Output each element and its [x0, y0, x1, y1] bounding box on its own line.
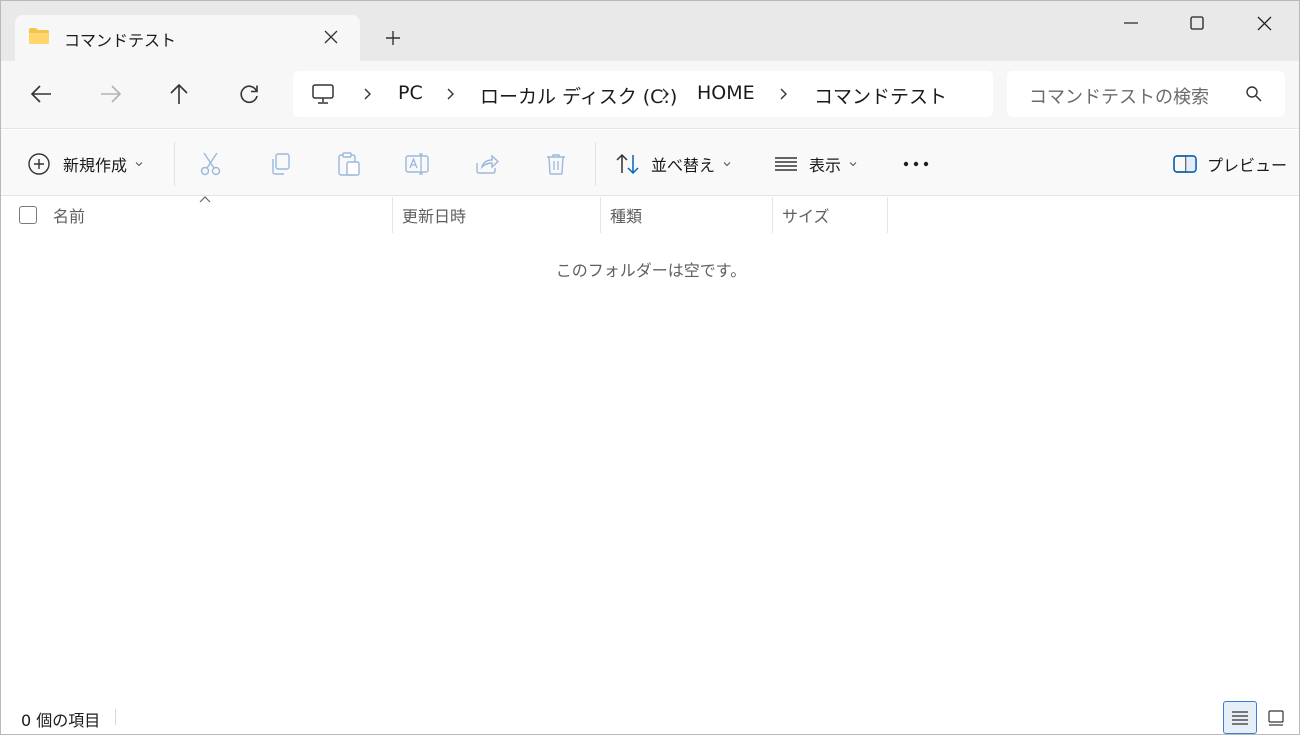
delete-button[interactable] — [539, 148, 573, 180]
copy-button[interactable] — [263, 148, 297, 180]
sort-icon — [616, 153, 639, 175]
paste-button[interactable] — [332, 148, 366, 180]
close-window-button[interactable] — [1231, 1, 1297, 45]
close-icon — [324, 30, 338, 44]
share-icon — [476, 154, 499, 174]
command-bar: 新規作成 並べ替え 表示 プレビュー — [1, 130, 1299, 196]
address-bar[interactable]: PC ローカル ディスク (C:) HOME コマンドテスト — [293, 71, 993, 117]
title-bar: コマンドテスト — [1, 1, 1299, 61]
column-header-size[interactable]: サイズ — [782, 197, 887, 233]
item-count: 0 個の項目 — [21, 711, 101, 730]
chevron-right-icon[interactable] — [777, 83, 791, 105]
tiles-view-icon — [1268, 709, 1284, 726]
maximize-icon — [1190, 16, 1204, 30]
breadcrumb-current-folder[interactable]: コマンドテスト — [814, 82, 947, 109]
minimize-icon — [1124, 22, 1138, 24]
add-circle-icon — [28, 153, 50, 175]
column-header-date-modified[interactable]: 更新日時 — [402, 197, 599, 233]
preview-pane-icon — [1173, 155, 1197, 173]
status-divider — [115, 709, 116, 725]
toolbar-divider — [595, 142, 596, 186]
breadcrumb-home[interactable]: HOME — [697, 82, 755, 104]
scissors-icon — [200, 152, 221, 176]
view-button[interactable]: 表示 — [773, 144, 858, 184]
column-divider[interactable] — [887, 197, 888, 233]
select-all-checkbox[interactable] — [19, 206, 37, 224]
column-header-name[interactable]: 名前 — [53, 197, 392, 233]
up-button[interactable] — [161, 77, 197, 111]
chevron-down-icon — [849, 162, 857, 167]
forward-button[interactable] — [93, 77, 129, 111]
file-explorer-window: コマンドテスト PC ローカル ディスク (C:) HOME コマンドテスト コ… — [0, 0, 1300, 735]
sort-label: 並べ替え — [651, 156, 716, 175]
chevron-down-icon — [723, 162, 731, 167]
column-divider[interactable] — [392, 197, 393, 233]
sort-button[interactable]: 並べ替え — [615, 144, 732, 184]
search-input[interactable]: コマンドテストの検索 — [1007, 71, 1285, 117]
view-label: 表示 — [809, 156, 842, 175]
arrow-left-icon — [30, 85, 51, 103]
back-button[interactable] — [23, 77, 59, 111]
new-button[interactable]: 新規作成 — [27, 144, 144, 184]
preview-label: プレビュー — [1207, 156, 1288, 175]
breadcrumb-pc[interactable]: PC — [398, 82, 423, 104]
close-icon — [1257, 16, 1271, 30]
refresh-icon — [240, 85, 258, 104]
arrow-right-icon — [101, 85, 122, 103]
preview-pane-button[interactable]: プレビュー — [1173, 144, 1287, 184]
cut-button[interactable] — [194, 148, 228, 180]
new-tab-button[interactable] — [377, 23, 409, 53]
empty-folder-message: このフォルダーは空です。 — [555, 261, 747, 280]
column-header-row: 名前 更新日時 種類 サイズ — [1, 196, 1299, 233]
column-header-type[interactable]: 種類 — [610, 197, 772, 233]
arrow-up-icon — [170, 83, 188, 104]
details-view-icon — [1232, 710, 1248, 725]
maximize-button[interactable] — [1164, 1, 1230, 45]
toolbar-divider — [174, 142, 175, 186]
rename-icon — [405, 153, 429, 175]
rename-button[interactable] — [401, 148, 435, 180]
computer-icon — [312, 84, 334, 104]
tab-title: コマンドテスト — [64, 31, 177, 50]
chevron-right-icon[interactable] — [444, 83, 458, 105]
chevron-right-icon[interactable] — [659, 83, 673, 105]
large-icons-view-button[interactable] — [1259, 701, 1293, 734]
more-icon — [903, 161, 929, 167]
plus-icon — [386, 31, 400, 45]
chevron-down-icon — [135, 162, 143, 167]
navigation-bar: PC ローカル ディスク (C:) HOME コマンドテスト コマンドテストの検… — [1, 61, 1299, 129]
status-bar: 0 個の項目 — [1, 698, 1299, 734]
tab-close-button[interactable] — [317, 23, 345, 51]
search-placeholder: コマンドテストの検索 — [1029, 87, 1209, 108]
folder-icon — [29, 28, 49, 44]
minimize-button[interactable] — [1098, 1, 1164, 45]
column-divider[interactable] — [772, 197, 773, 233]
new-label: 新規作成 — [63, 156, 128, 175]
breadcrumb-local-disk[interactable]: ローカル ディスク (C:) — [480, 82, 677, 109]
search-icon — [1246, 86, 1262, 102]
chevron-right-icon[interactable] — [361, 83, 375, 105]
copy-icon — [272, 153, 290, 175]
column-divider[interactable] — [600, 197, 601, 233]
trash-icon — [547, 154, 565, 175]
list-view-icon — [775, 157, 797, 171]
more-options-button[interactable] — [899, 144, 933, 184]
clipboard-icon — [338, 152, 360, 176]
refresh-button[interactable] — [231, 77, 267, 111]
details-view-button[interactable] — [1223, 701, 1257, 734]
tab-current-folder[interactable]: コマンドテスト — [15, 15, 360, 61]
share-button[interactable] — [470, 148, 504, 180]
